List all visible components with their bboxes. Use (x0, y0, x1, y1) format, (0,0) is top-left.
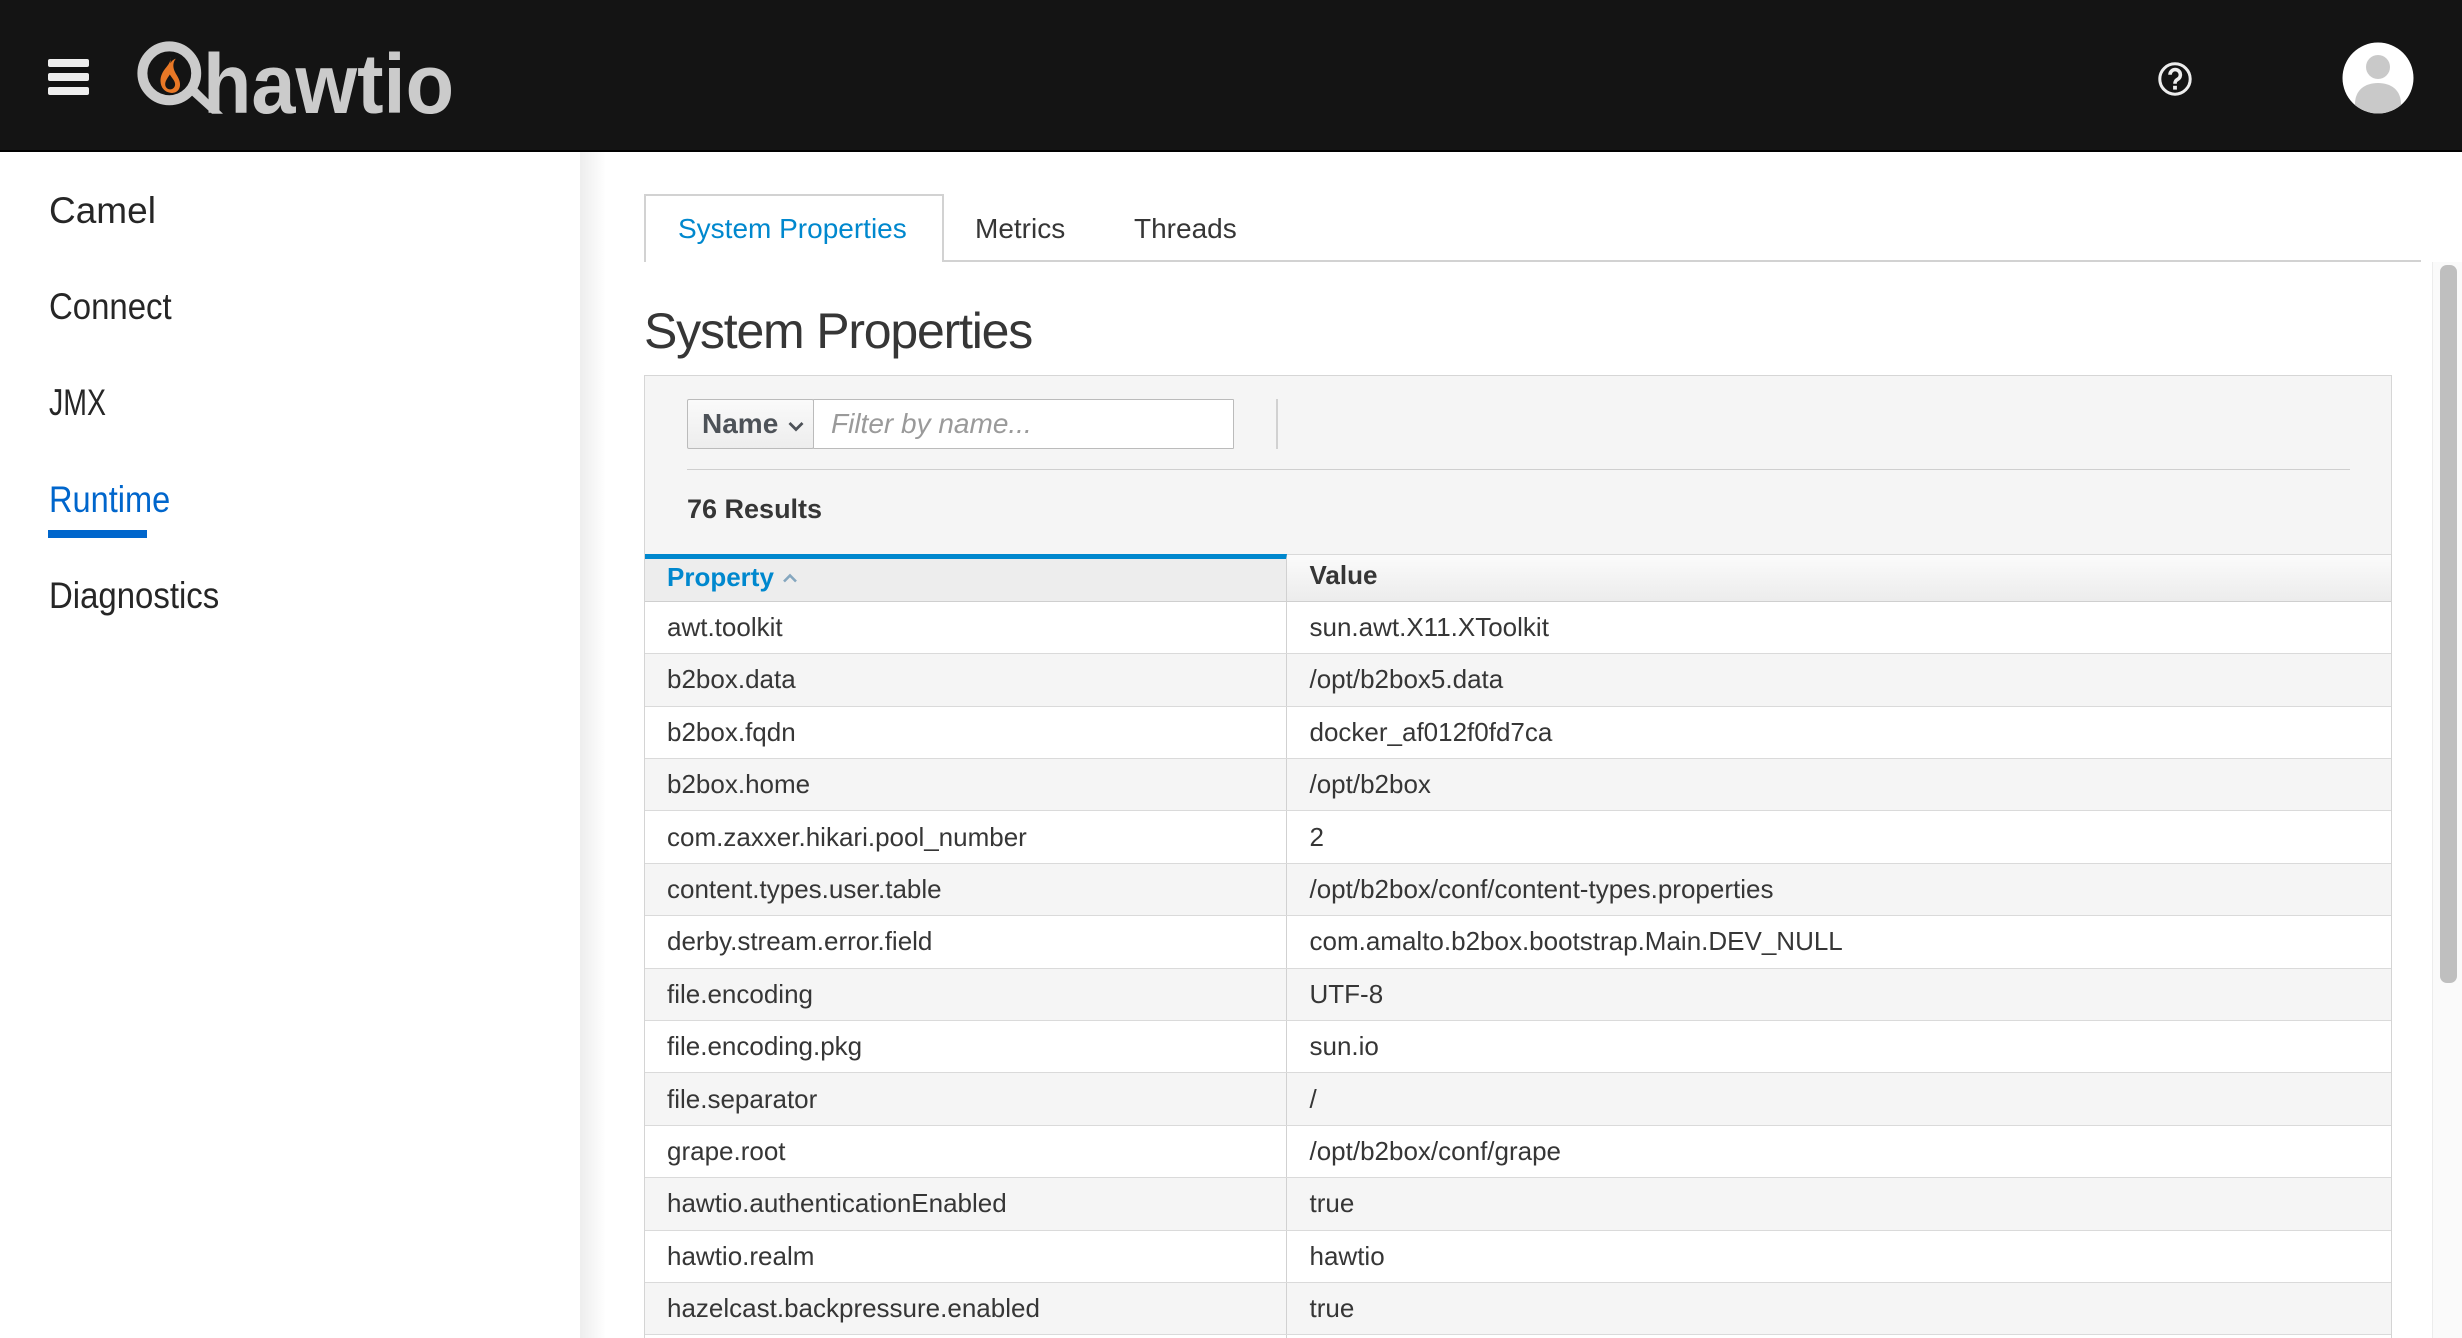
svg-text:hawtio: hawtio (203, 38, 454, 118)
